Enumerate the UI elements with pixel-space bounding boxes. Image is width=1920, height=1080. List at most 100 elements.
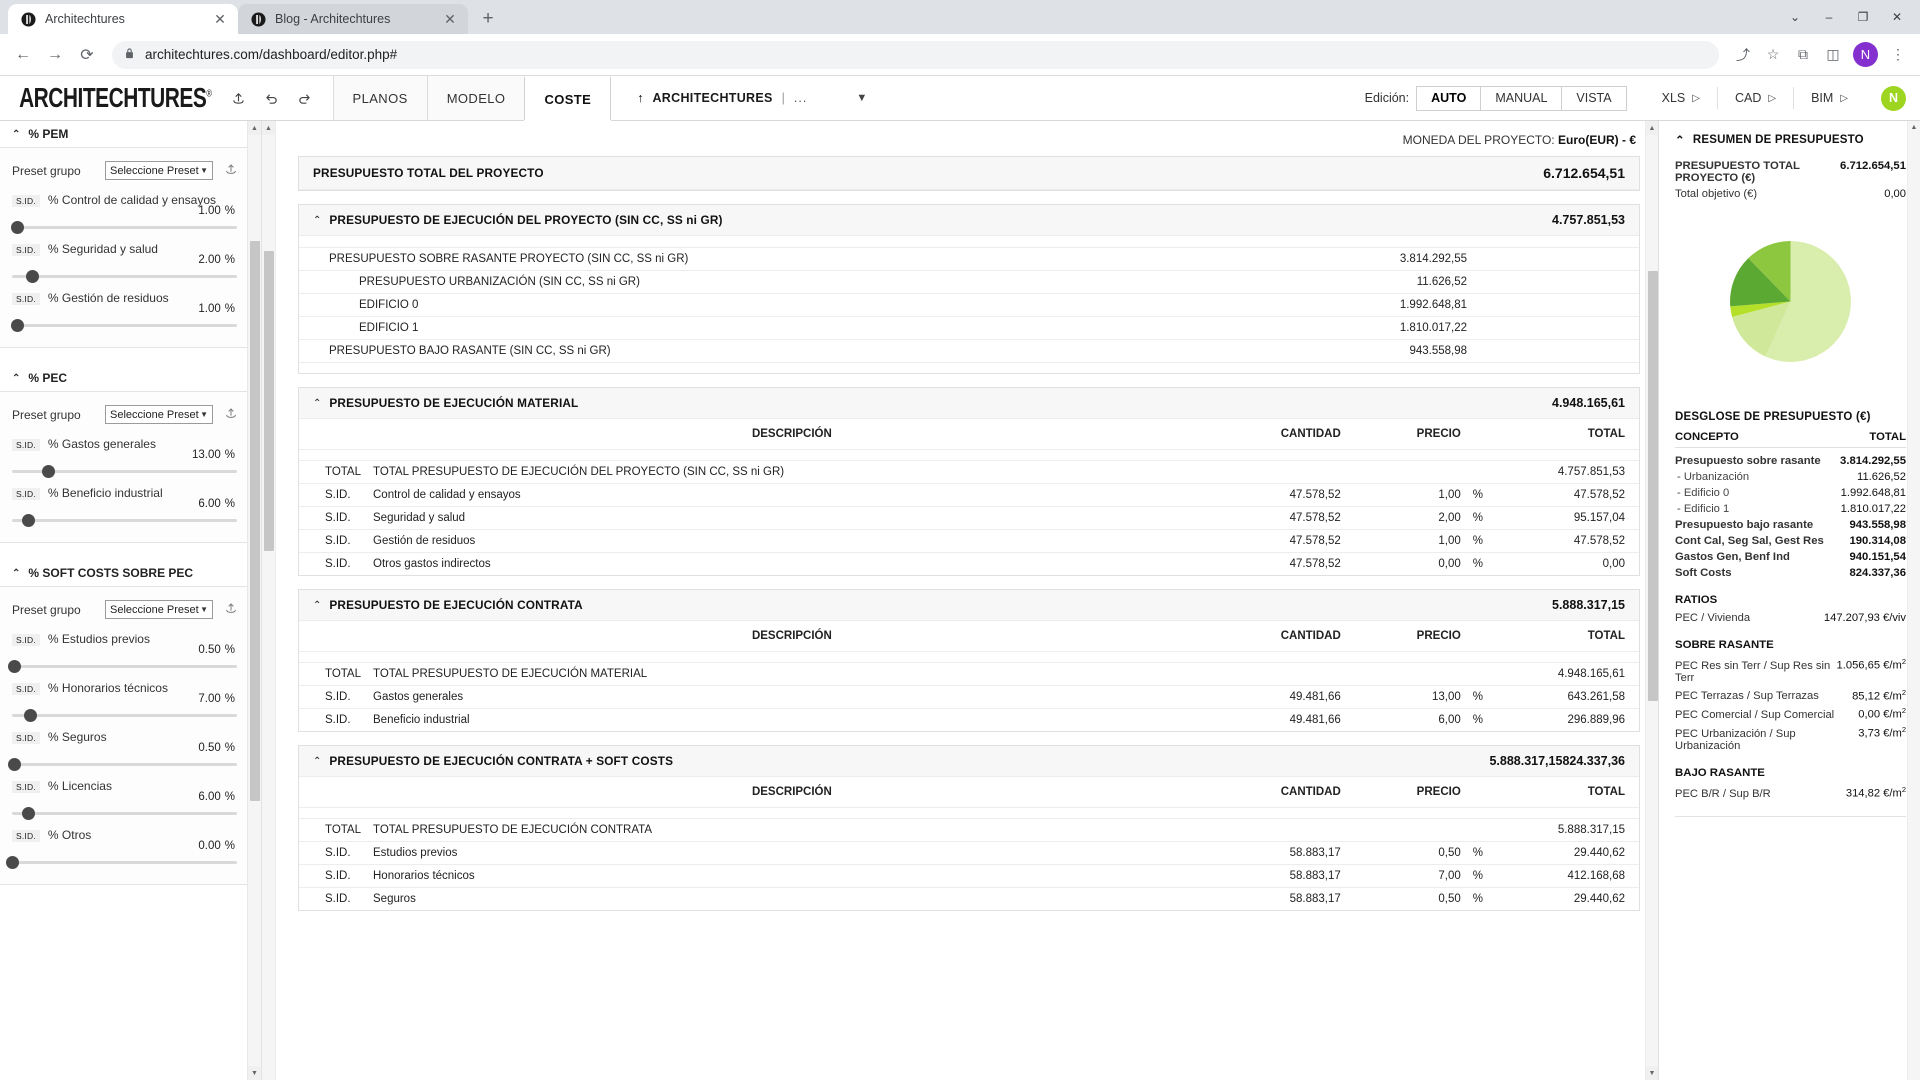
center-right-scrollbar-thumb[interactable]	[1648, 271, 1658, 701]
browser-profile-avatar[interactable]: N	[1853, 42, 1878, 67]
bookmark-star-icon[interactable]: ☆	[1759, 41, 1787, 69]
slider-value[interactable]: 7.00	[198, 693, 220, 705]
slider-value[interactable]: 6.00	[198, 498, 220, 510]
sidebar-scrollbar-thumb[interactable]	[250, 241, 260, 801]
preset-select[interactable]: Seleccione Preset▼	[105, 600, 213, 619]
edition-mode-vista[interactable]: VISTA	[1561, 86, 1626, 111]
scroll-down-arrow-icon[interactable]: ▼	[248, 1066, 261, 1080]
redo-icon[interactable]	[294, 87, 316, 109]
chevron-up-icon[interactable]: ⌃	[313, 398, 321, 409]
slider-value[interactable]: 1.00	[198, 205, 220, 217]
side-panel-icon[interactable]: ◫	[1819, 41, 1847, 69]
slider-value[interactable]: 0.00	[198, 840, 220, 852]
project-ellipsis[interactable]: ...	[794, 91, 807, 105]
table-row[interactable]: TOTALTOTAL PRESUPUESTO DE EJECUCIÓN MATE…	[299, 663, 1639, 686]
tab-planos[interactable]: PLANOS	[333, 76, 428, 120]
sidebar-section-header-2[interactable]: ⌃% SOFT COSTS SOBRE PEC	[0, 560, 249, 586]
center-right-scrollbar[interactable]: ▲ ▼	[1645, 121, 1658, 1080]
window-close-icon[interactable]: ✕	[1882, 4, 1912, 30]
slider-thumb[interactable]	[8, 758, 21, 771]
scroll-up-arrow-icon[interactable]: ▲	[1646, 121, 1658, 135]
cell-precio[interactable]: 13,00	[1347, 686, 1467, 709]
minimize-icon[interactable]: –	[1814, 4, 1844, 30]
address-bar[interactable]: architechtures.com/dashboard/editor.php#	[112, 41, 1719, 69]
slider-track[interactable]	[12, 707, 237, 723]
table-row[interactable]: S.ID.Seguridad y salud47.578,522,00%95.1…	[299, 507, 1639, 530]
browser-menu-icon[interactable]: ⋮	[1884, 41, 1912, 69]
slider-value[interactable]: 0.50	[198, 742, 220, 754]
slider-track[interactable]	[12, 268, 237, 284]
slider-track[interactable]	[12, 219, 237, 235]
tab-coste[interactable]: COSTE	[524, 76, 611, 120]
preset-select[interactable]: Seleccione Preset▼	[105, 161, 213, 180]
export-bim-button[interactable]: BIM ▷	[1793, 87, 1865, 109]
right-panel-scrollbar[interactable]: ▲	[1907, 121, 1920, 1080]
upload-preset-icon[interactable]	[223, 162, 239, 179]
slider-thumb[interactable]	[22, 807, 35, 820]
share-icon[interactable]: ⤴	[1729, 41, 1757, 69]
collapse-icon[interactable]: ⌄	[1780, 4, 1810, 30]
close-icon[interactable]: ✕	[442, 11, 458, 27]
upload-icon[interactable]	[228, 87, 250, 109]
cell-precio[interactable]: 0,50	[1347, 888, 1467, 911]
tab-modelo[interactable]: MODELO	[427, 76, 526, 120]
cell-precio[interactable]: 7,00	[1347, 865, 1467, 888]
sidebar-section-header-1[interactable]: ⌃% PEC	[0, 365, 249, 391]
edition-mode-auto[interactable]: AUTO	[1416, 86, 1481, 111]
scroll-up-arrow-icon[interactable]: ▲	[248, 121, 261, 135]
sidebar-section-header-0[interactable]: ⌃% PEM	[0, 121, 249, 147]
upload-preset-icon[interactable]	[223, 601, 239, 618]
chevron-up-icon[interactable]: ⌃	[313, 756, 321, 767]
slider-value[interactable]: 6.00	[198, 791, 220, 803]
budget-card-header-1[interactable]: ⌃PRESUPUESTO DE EJECUCIÓN MATERIAL4.948.…	[299, 388, 1639, 419]
cell-precio[interactable]: 0,00	[1347, 553, 1467, 576]
table-row[interactable]: S.ID.Otros gastos indirectos47.578,520,0…	[299, 553, 1639, 576]
cell-precio[interactable]: 6,00	[1347, 709, 1467, 732]
slider-track[interactable]	[12, 463, 237, 479]
table-row[interactable]: TOTALTOTAL PRESUPUESTO DE EJECUCIÓN CONT…	[299, 819, 1639, 842]
slider-thumb[interactable]	[24, 709, 37, 722]
table-row[interactable]: EDIFICIO 01.992.648,81	[299, 293, 1639, 316]
slider-value[interactable]: 2.00	[198, 254, 220, 266]
slider-track[interactable]	[12, 512, 237, 528]
slider-thumb[interactable]	[8, 660, 21, 673]
budget-card-header-3[interactable]: ⌃PRESUPUESTO DE EJECUCIÓN CONTRATA + SOF…	[299, 746, 1639, 777]
slider-value[interactable]: 0.50	[198, 644, 220, 656]
table-row[interactable]: S.ID.Gestión de residuos47.578,521,00%47…	[299, 530, 1639, 553]
table-row[interactable]: PRESUPUESTO SOBRE RASANTE PROYECTO (SIN …	[299, 247, 1639, 270]
forward-icon[interactable]: →	[40, 40, 70, 70]
upload-preset-icon[interactable]	[223, 406, 239, 423]
scroll-down-arrow-icon[interactable]: ▼	[1646, 1066, 1658, 1080]
slider-track[interactable]	[12, 756, 237, 772]
sidebar-scrollbar[interactable]: ▲ ▼	[247, 121, 261, 1080]
slider-track[interactable]	[12, 805, 237, 821]
budget-card-header-2[interactable]: ⌃PRESUPUESTO DE EJECUCIÓN CONTRATA5.888.…	[299, 590, 1639, 621]
table-row[interactable]: S.ID.Estudios previos58.883,170,50%29.44…	[299, 842, 1639, 865]
cell-precio[interactable]: 1,00	[1347, 484, 1467, 507]
slider-thumb[interactable]	[11, 319, 24, 332]
table-row[interactable]: TOTALTOTAL PRESUPUESTO DE EJECUCIÓN DEL …	[299, 461, 1639, 484]
extensions-icon[interactable]: ⧉	[1789, 41, 1817, 69]
chevron-up-icon[interactable]: ⌃	[313, 600, 321, 611]
scroll-up-arrow-icon[interactable]: ▲	[262, 121, 275, 135]
slider-value[interactable]: 13.00	[192, 449, 221, 461]
cell-precio[interactable]	[1347, 663, 1467, 686]
table-row[interactable]: S.ID.Seguros58.883,170,50%29.440,62	[299, 888, 1639, 911]
table-row[interactable]: S.ID.Control de calidad y ensayos47.578,…	[299, 484, 1639, 507]
slider-track[interactable]	[12, 658, 237, 674]
table-row[interactable]: S.ID.Honorarios técnicos58.883,177,00%41…	[299, 865, 1639, 888]
back-icon[interactable]: ←	[8, 40, 38, 70]
table-row[interactable]: PRESUPUESTO URBANIZACIÓN (SIN CC, SS ni …	[299, 270, 1639, 293]
slider-value[interactable]: 1.00	[198, 303, 220, 315]
slider-thumb[interactable]	[22, 514, 35, 527]
table-row[interactable]: EDIFICIO 11.810.017,22	[299, 316, 1639, 339]
close-icon[interactable]: ✕	[212, 11, 228, 27]
preset-select[interactable]: Seleccione Preset▼	[105, 405, 213, 424]
browser-tab-0[interactable]: Architechtures ✕	[8, 4, 238, 34]
export-xls-button[interactable]: XLS ▷	[1645, 87, 1717, 109]
new-tab-button[interactable]: +	[474, 5, 502, 33]
reload-icon[interactable]: ⟳	[72, 40, 102, 70]
center-left-scrollbar[interactable]: ▲	[262, 121, 276, 1080]
cell-precio[interactable]: 0,50	[1347, 842, 1467, 865]
slider-thumb[interactable]	[42, 465, 55, 478]
